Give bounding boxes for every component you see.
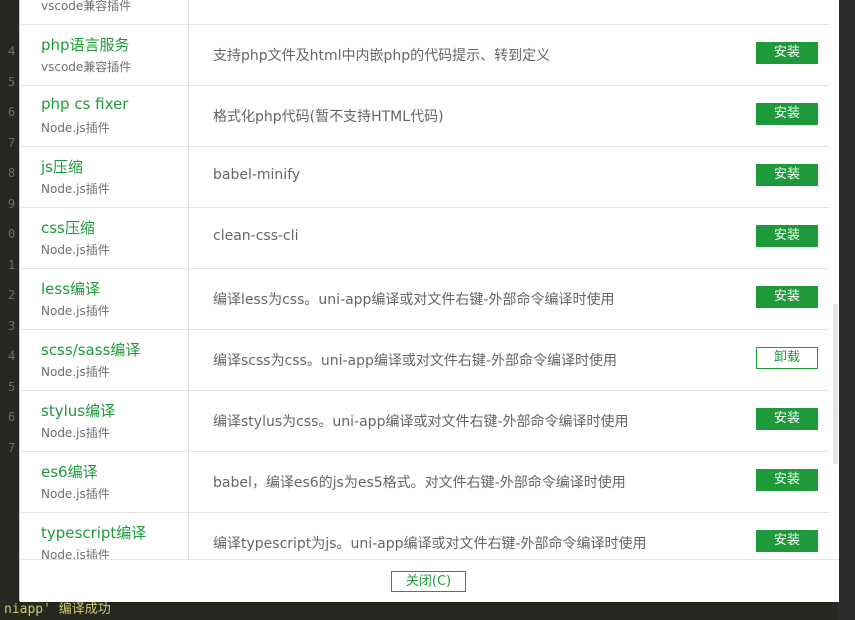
plugin-description: 格式化php代码(暂不支持HTML代码) (213, 109, 444, 125)
gutter-line-number: 5 (8, 74, 16, 89)
gutter-line-number: 0 (8, 227, 16, 241)
plugin-name-cell: es6编译 Node.js插件 (20, 451, 189, 512)
close-button[interactable]: 关闭(C) (391, 571, 466, 592)
gutter-line-number: 5 (8, 379, 16, 394)
plugin-name-cell: php语言服务 vscode兼容插件 (20, 24, 189, 85)
gutter-line-number: 2 (8, 288, 16, 302)
plugin-description: babel，编译es6的js为es5格式。对文件右键-外部命令编译时使用 (213, 475, 626, 491)
plugin-name-cell: stylus编译 Node.js插件 (20, 390, 189, 451)
plugin-description: 编译typescript为js。uni-app编译或对文件右键-外部命令编译时使… (213, 536, 647, 552)
plugin-type: Node.js插件 (41, 304, 110, 318)
plugin-row: php cs fixer Node.js插件 格式化php代码(暂不支持HTML代码… (20, 85, 829, 147)
gutter-line-number: 3 (8, 318, 16, 333)
plugin-description: 编译stylus为css。uni-app编译或对文件右键-外部命令编译时使用 (213, 414, 629, 430)
plugin-type: Node.js插件 (41, 487, 110, 501)
plugin-name-cell: less编译 Node.js插件 (20, 268, 189, 329)
editor-right-strip (838, 0, 855, 620)
plugin-name-cell: css压缩 Node.js插件 (20, 207, 189, 268)
plugin-title: typescript编译 (41, 524, 147, 542)
dialog-footer: 关闭(C) (20, 559, 839, 602)
plugin-install-dialog: vscode兼容插件 php语言服务 vscode兼容插件 支持php文件及html中… (19, 0, 839, 602)
plugin-title: scss/sass编译 (41, 341, 141, 359)
plugin-name-cell: typescript编译 Node.js插件 (20, 512, 189, 559)
plugin-list: vscode兼容插件 php语言服务 vscode兼容插件 支持php文件及html中… (20, 0, 830, 559)
plugin-title: less编译 (41, 280, 101, 298)
gutter-line-number: 4 (8, 349, 16, 363)
install-button[interactable]: 安装 (756, 408, 818, 430)
plugin-title: php语言服务 (41, 36, 130, 54)
plugin-title: php cs fixer (41, 95, 129, 113)
plugin-description: 支持php文件及html中内嵌php的代码提示、转到定义 (213, 48, 551, 64)
plugin-name-cell: scss/sass编译 Node.js插件 (20, 329, 189, 390)
gutter-line-number: 1 (8, 257, 16, 272)
plugin-type: Node.js插件 (41, 182, 110, 196)
gutter-line-number: 6 (8, 410, 16, 424)
plugin-row: css压缩 Node.js插件 clean-css-cli 安装 (20, 207, 829, 269)
install-button[interactable]: 安装 (756, 103, 818, 125)
gutter-line-number: 9 (8, 196, 16, 211)
install-button[interactable]: 安装 (756, 225, 818, 247)
plugin-type: vscode兼容插件 (41, 0, 132, 13)
plugin-title: es6编译 (41, 463, 98, 481)
plugin-row: typescript编译 Node.js插件 编译typescript为js。uni… (20, 512, 829, 559)
install-button[interactable]: 安装 (756, 286, 818, 308)
plugin-row: scss/sass编译 Node.js插件 编译scss为css。uni-app编译… (20, 329, 829, 391)
scrollbar-thumb[interactable] (833, 304, 838, 464)
plugin-row: php语言服务 vscode兼容插件 支持php文件及html中内嵌php的代码提示… (20, 24, 829, 86)
plugin-title: stylus编译 (41, 402, 116, 420)
plugin-row: js压缩 Node.js插件 babel-minify 安装 (20, 146, 829, 208)
plugin-type: Node.js插件 (41, 121, 110, 135)
install-button[interactable]: 安装 (756, 42, 818, 64)
gutter-line-number: 7 (8, 135, 16, 150)
scrollbar-track[interactable] (832, 0, 839, 559)
plugin-description: 编译less为css。uni-app编译或对文件右键-外部命令编译时使用 (213, 292, 615, 308)
plugin-name-cell: vscode兼容插件 (20, 0, 189, 24)
editor-gutter: 4 5 6 7 8 9 0 1 2 3 4 5 6 7 (0, 0, 20, 620)
install-button[interactable]: 安装 (756, 530, 818, 552)
gutter-line-number: 8 (8, 166, 16, 180)
plugin-type: Node.js插件 (41, 426, 110, 440)
plugin-type: vscode兼容插件 (41, 60, 132, 74)
gutter-line-number: 6 (8, 105, 16, 119)
plugin-type: Node.js插件 (41, 548, 110, 559)
plugin-description: clean-css-cli (213, 228, 299, 244)
plugin-description: babel-minify (213, 167, 301, 183)
plugin-name-cell: js压缩 Node.js插件 (20, 146, 189, 207)
plugin-type: Node.js插件 (41, 365, 110, 379)
plugin-row: vscode兼容插件 (20, 0, 829, 25)
plugin-row: stylus编译 Node.js插件 编译stylus为css。uni-app编译或… (20, 390, 829, 452)
plugin-row: es6编译 Node.js插件 babel，编译es6的js为es5格式。对文件右键… (20, 451, 829, 513)
install-button[interactable]: 安装 (756, 469, 818, 491)
plugin-title: js压缩 (41, 158, 83, 176)
plugin-title: css压缩 (41, 219, 95, 237)
gutter-line-number: 4 (8, 44, 16, 58)
install-button[interactable]: 安装 (756, 164, 818, 186)
gutter-line-number: 7 (8, 440, 16, 455)
uninstall-button[interactable]: 卸载 (756, 347, 818, 369)
plugin-row: less编译 Node.js插件 编译less为css。uni-app编译或对文件右… (20, 268, 829, 330)
plugin-description: 编译scss为css。uni-app编译或对文件右键-外部命令编译时使用 (213, 353, 617, 369)
plugin-name-cell: php cs fixer Node.js插件 (20, 85, 189, 146)
plugin-type: Node.js插件 (41, 243, 110, 257)
